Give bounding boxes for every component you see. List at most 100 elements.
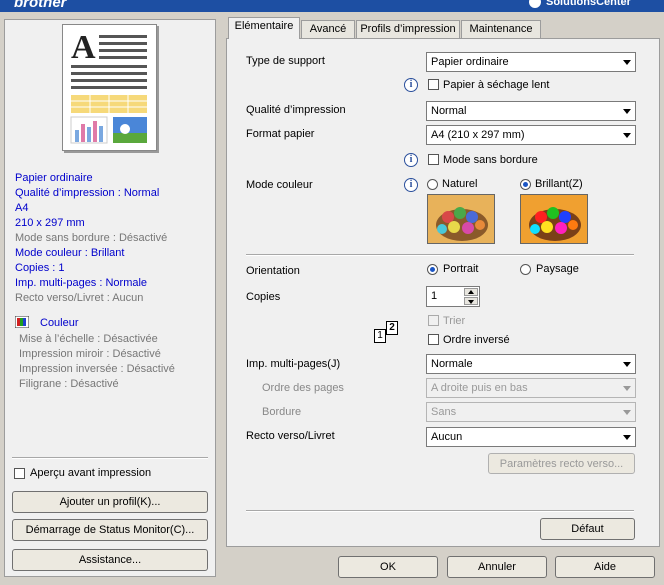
duplex-value: Aucun <box>431 431 463 443</box>
solutions-center-link[interactable]: SolutionsCenter <box>546 0 631 8</box>
tab-basic[interactable]: Elémentaire <box>228 17 300 39</box>
add-profile-button[interactable]: Ajouter un profil(K)... <box>12 491 208 513</box>
page-two-icon: 2 <box>386 321 398 335</box>
portrait-label: Portrait <box>443 263 479 275</box>
summary-line: Impression miroir : Désactivé <box>19 348 161 360</box>
summary-list: Papier ordinaire Qualité d’impression : … <box>15 171 167 306</box>
media-type-label: Type de support <box>246 55 325 67</box>
chevron-down-icon <box>623 133 631 138</box>
chevron-down-icon <box>623 362 631 367</box>
landscape-label: Paysage <box>536 263 579 275</box>
summary-line: 210 x 297 mm <box>15 217 85 229</box>
chevron-down-icon <box>623 109 631 114</box>
tab-advanced[interactable]: Avancé <box>301 20 355 38</box>
paper-size-value: A4 (210 x 297 mm) <box>431 129 525 141</box>
page-order-value: A droite puis en bas <box>431 382 528 394</box>
default-button[interactable]: Défaut <box>540 518 635 540</box>
copies-value: 1 <box>431 290 438 302</box>
multipage-select[interactable]: Normale <box>426 354 636 374</box>
info-icon[interactable]: i <box>404 178 418 192</box>
tab-maintenance[interactable]: Maintenance <box>461 20 541 38</box>
slow-dry-label: Papier à séchage lent <box>443 79 550 91</box>
quality-label: Qualité d’impression <box>246 104 346 116</box>
summary-line: Imp. multi-pages : Normale <box>15 277 148 289</box>
page-one-icon: 1 <box>374 329 386 343</box>
spin-up-button[interactable] <box>464 288 478 296</box>
summary-line: Mise à l’échelle : Désactivée <box>19 333 158 345</box>
color-icon <box>14 315 30 329</box>
page-order-select[interactable]: A droite puis en bas <box>426 378 636 398</box>
border-label: Bordure <box>262 406 302 418</box>
natural-label: Naturel <box>442 178 478 190</box>
chevron-down-icon <box>468 300 474 304</box>
assistance-button[interactable]: Assistance... <box>12 549 208 571</box>
natural-sample-image <box>427 194 495 244</box>
natural-radio[interactable] <box>427 179 438 190</box>
multipage-value: Normale <box>431 358 473 370</box>
status-monitor-button[interactable]: Démarrage de Status Monitor(C)... <box>12 519 208 541</box>
preview-checkbox-label: Aperçu avant impression <box>30 467 152 479</box>
paper-size-label: Format papier <box>246 128 315 140</box>
divider <box>246 254 634 256</box>
summary-line: Copies : 1 <box>15 262 65 274</box>
collate-checkbox[interactable] <box>428 315 439 326</box>
help-button[interactable]: Aide <box>555 556 655 578</box>
portrait-radio[interactable] <box>427 264 438 275</box>
reverse-order-label: Ordre inversé <box>443 334 510 346</box>
collate-icon: 1 2 <box>374 321 398 343</box>
document-preview-icon: A <box>70 29 147 144</box>
summary-line: Impression inversée : Désactivé <box>19 363 175 375</box>
svg-text:A: A <box>71 29 96 66</box>
paper-size-select[interactable]: A4 (210 x 297 mm) <box>426 125 636 145</box>
color-label: Couleur <box>40 317 79 329</box>
cancel-button[interactable]: Annuler <box>447 556 547 578</box>
solutions-center-icon <box>529 0 541 8</box>
border-select[interactable]: Sans <box>426 402 636 422</box>
chevron-up-icon <box>468 290 474 294</box>
page-order-label: Ordre des pages <box>262 382 344 394</box>
preview-checkbox[interactable] <box>14 468 25 479</box>
title-banner: brother SolutionsCenter <box>0 0 664 12</box>
summary-line: Mode couleur : Brillant <box>15 247 125 259</box>
chevron-down-icon <box>623 60 631 65</box>
vivid-label: Brillant(Z) <box>535 178 583 190</box>
chevron-down-icon <box>623 410 631 415</box>
ok-button[interactable]: OK <box>338 556 438 578</box>
reverse-order-checkbox[interactable] <box>428 334 439 345</box>
summary-line: Papier ordinaire <box>15 172 93 184</box>
multipage-label: Imp. multi-pages(J) <box>246 358 341 370</box>
chevron-down-icon <box>623 386 631 391</box>
media-type-select[interactable]: Papier ordinaire <box>426 52 636 72</box>
slow-dry-checkbox[interactable] <box>428 79 439 90</box>
brand-logo: brother <box>14 0 67 11</box>
duplex-settings-button[interactable]: Paramètres recto verso... <box>488 453 635 474</box>
vivid-radio[interactable] <box>520 179 531 190</box>
copies-label: Copies <box>246 291 281 303</box>
borderless-label: Mode sans bordure <box>443 154 538 166</box>
divider <box>246 510 634 512</box>
collate-label: Trier <box>443 315 466 327</box>
info-icon[interactable]: i <box>404 153 418 167</box>
landscape-radio[interactable] <box>520 264 531 275</box>
info-icon[interactable]: i <box>404 78 418 92</box>
tab-print-profiles[interactable]: Profils d’impression <box>356 20 460 38</box>
page-preview: A <box>62 24 157 151</box>
media-type-value: Papier ordinaire <box>431 56 509 68</box>
extra-summary-list: Mise à l’échelle : Désactivée Impression… <box>19 332 175 392</box>
chevron-down-icon <box>623 435 631 440</box>
quality-select[interactable]: Normal <box>426 101 636 121</box>
borderless-checkbox[interactable] <box>428 154 439 165</box>
spin-down-button[interactable] <box>464 297 478 305</box>
summary-line: Filigrane : Désactivé <box>19 378 119 390</box>
duplex-select[interactable]: Aucun <box>426 427 636 447</box>
quality-value: Normal <box>431 105 467 117</box>
vivid-sample-image <box>520 194 588 244</box>
copies-spinner[interactable]: 1 <box>426 286 480 307</box>
orientation-label: Orientation <box>246 265 300 277</box>
color-mode-label: Mode couleur <box>246 179 313 191</box>
border-value: Sans <box>431 406 457 418</box>
summary-line: A4 <box>15 202 29 214</box>
summary-line: Qualité d’impression : Normal <box>15 187 160 199</box>
summary-line: Recto verso/Livret : Aucun <box>15 292 144 304</box>
duplex-label: Recto verso/Livret <box>246 430 335 442</box>
